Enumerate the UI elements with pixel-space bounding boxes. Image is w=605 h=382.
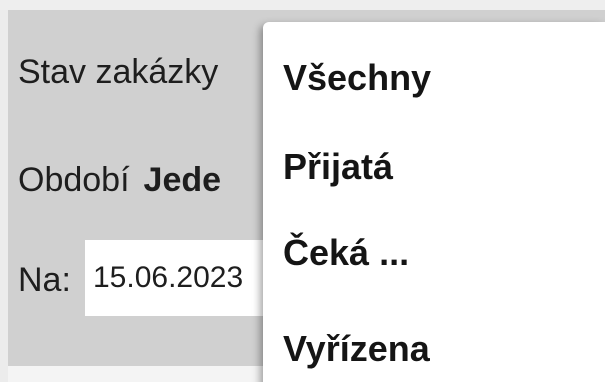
status-dropdown-menu: Všechny Přijatá Čeká ... Vyřízena [263,22,605,382]
status-row[interactable]: Stav zakázky [18,53,218,92]
screen: Stav zakázky Období Jede Na: 15.06.2023 V… [0,0,605,382]
dropdown-item-all[interactable]: Všechny [283,57,431,99]
period-value[interactable]: Jede [144,161,222,199]
dropdown-item-resolved[interactable]: Vyřízena [283,328,430,370]
to-label: Na: [18,261,71,299]
status-label: Stav zakázky [18,53,219,91]
dropdown-item-accepted[interactable]: Přijatá [283,146,393,188]
top-strip [0,0,605,10]
period-row[interactable]: Období Jede [18,161,221,200]
dropdown-item-waiting[interactable]: Čeká ... [283,232,409,274]
to-date-value: 15.06.2023 [93,261,244,294]
period-label: Období [18,161,130,199]
